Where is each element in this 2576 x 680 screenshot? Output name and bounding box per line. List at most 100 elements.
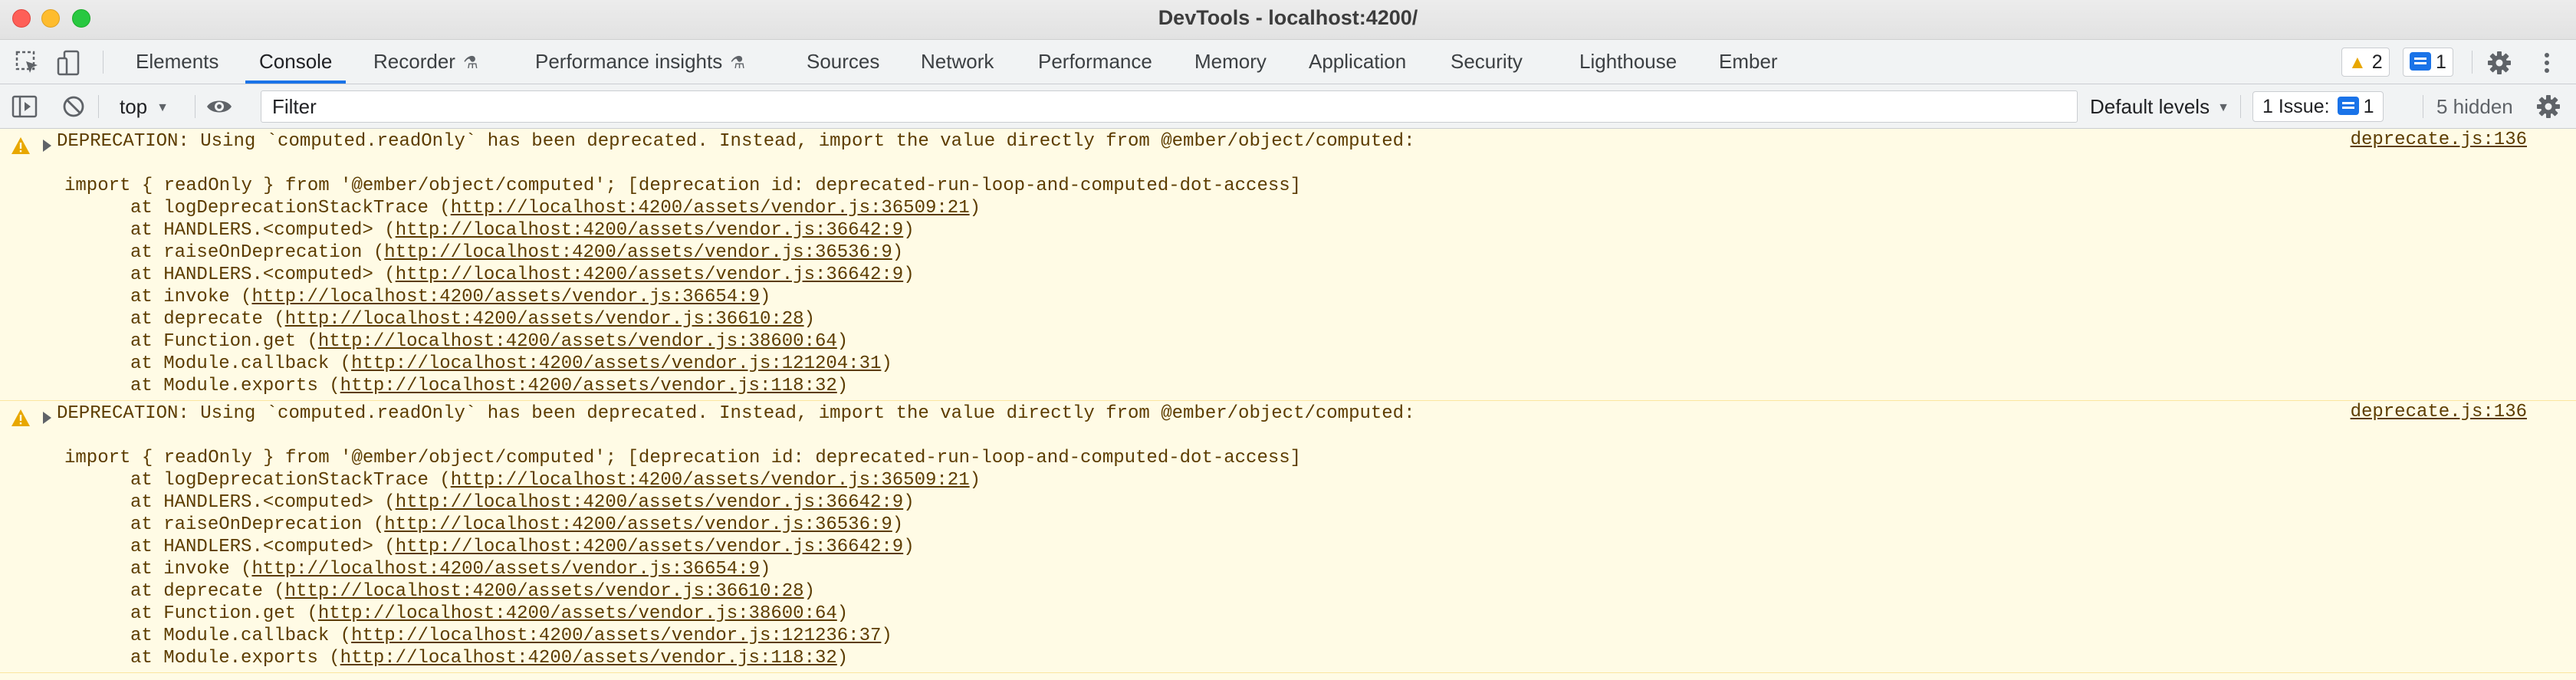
stack-at-keyword: at	[130, 559, 164, 580]
stack-frame-link[interactable]: http://localhost:4200/assets/vendor.js:3…	[384, 242, 892, 263]
window-title: DevTools - localhost:4200/	[1158, 6, 1418, 29]
issues-button[interactable]: 1 Issue: 1	[2252, 91, 2384, 122]
tab-performance[interactable]: Performance	[1038, 40, 1152, 84]
inspect-element-icon[interactable]	[14, 49, 41, 77]
stack-frame-link[interactable]: http://localhost:4200/assets/vendor.js:3…	[396, 492, 904, 513]
stack-close-paren: )	[881, 353, 892, 374]
stack-open-paren: (	[362, 242, 385, 263]
messages-count: 1	[2436, 51, 2446, 73]
stack-frame-link[interactable]: http://localhost:4200/assets/vendor.js:1…	[340, 376, 837, 396]
device-toolbar-icon[interactable]	[55, 49, 83, 77]
stack-open-paren: (	[329, 353, 352, 374]
filter-input[interactable]	[261, 90, 2078, 123]
stack-close-paren: )	[892, 514, 904, 535]
stack-open-paren: (	[317, 648, 340, 669]
tab-sources[interactable]: Sources	[807, 40, 879, 84]
stack-open-paren: (	[362, 514, 385, 535]
stack-frame-link[interactable]: http://localhost:4200/assets/vendor.js:3…	[396, 537, 904, 557]
stack-frame-link[interactable]: http://localhost:4200/assets/vendor.js:1…	[340, 648, 837, 669]
tab-application[interactable]: Application	[1309, 40, 1406, 84]
tab-security[interactable]: Security	[1451, 40, 1523, 84]
stack-at-keyword: at	[130, 220, 164, 241]
stack-open-paren: (	[428, 198, 451, 218]
stack-open-paren: (	[296, 331, 318, 352]
tab-label: Network	[921, 50, 994, 73]
stack-function-name: HANDLERS.<computed>	[163, 264, 373, 285]
toolbar-divider	[98, 95, 99, 118]
stack-function-name: Module.callback	[163, 353, 330, 374]
clear-console-icon[interactable]	[60, 93, 87, 120]
tab-lighthouse[interactable]: Lighthouse	[1579, 40, 1677, 84]
stack-frame: at raiseOnDeprecation (http://localhost:…	[0, 514, 2576, 536]
stack-function-name: logDeprecationStackTrace	[163, 470, 429, 491]
stack-frame: at HANDLERS.<computed> (http://localhost…	[0, 219, 2576, 241]
stack-frame: at logDeprecationStackTrace (http://loca…	[0, 197, 2576, 219]
stack-frame-link[interactable]: http://localhost:4200/assets/vendor.js:3…	[451, 470, 970, 491]
caret-down-icon: ▼	[156, 101, 169, 114]
stack-open-paren: (	[329, 626, 352, 646]
stack-frame-link[interactable]: http://localhost:4200/assets/vendor.js:3…	[251, 559, 760, 580]
warnings-badge[interactable]: ▲ 2	[2341, 48, 2390, 77]
stack-frame-link[interactable]: http://localhost:4200/assets/vendor.js:3…	[384, 514, 892, 535]
stack-frame-link[interactable]: http://localhost:4200/assets/vendor.js:3…	[396, 220, 904, 241]
live-expression-eye-icon[interactable]	[205, 93, 233, 120]
toolbar-divider	[103, 51, 104, 74]
tab-console[interactable]: Console	[245, 40, 347, 84]
stack-close-paren: )	[803, 581, 815, 602]
tab-recorder[interactable]: Recorder ⚗	[373, 40, 478, 84]
stack-frame: at raiseOnDeprecation (http://localhost:…	[0, 241, 2576, 264]
issue-message-icon	[2337, 97, 2359, 115]
stack-frame-link[interactable]: http://localhost:4200/assets/vendor.js:3…	[285, 309, 804, 330]
warnings-count: 2	[2371, 51, 2383, 73]
source-link[interactable]: deprecate.js:136	[2351, 401, 2527, 423]
log-levels-dropdown[interactable]: Default levels ▼	[2090, 92, 2229, 121]
messages-badge[interactable]: 1	[2403, 48, 2453, 77]
tab-performance-insights[interactable]: Performance insights ⚗	[535, 40, 745, 84]
tab-label: Recorder	[373, 50, 455, 73]
tab-label: Application	[1309, 50, 1407, 73]
stack-at-keyword: at	[130, 648, 164, 669]
stack-frame-link[interactable]: http://localhost:4200/assets/vendor.js:1…	[351, 626, 881, 646]
tab-memory[interactable]: Memory	[1194, 40, 1267, 84]
stack-close-paren: )	[903, 220, 915, 241]
stack-frame: at Function.get (http://localhost:4200/a…	[0, 330, 2576, 353]
stack-frame-link[interactable]: http://localhost:4200/assets/vendor.js:3…	[251, 287, 760, 307]
console-settings-gear-icon[interactable]	[2535, 93, 2562, 120]
stack-frame-link[interactable]: http://localhost:4200/assets/vendor.js:3…	[318, 603, 837, 624]
tab-label: Lighthouse	[1579, 50, 1677, 73]
stack-at-keyword: at	[130, 492, 164, 513]
tab-elements[interactable]: Elements	[136, 40, 219, 84]
stack-frame-link[interactable]: http://localhost:4200/assets/vendor.js:1…	[351, 353, 881, 374]
stack-frame-link[interactable]: http://localhost:4200/assets/vendor.js:3…	[318, 331, 837, 352]
expand-triangle-icon[interactable]	[43, 412, 51, 424]
context-selector-label: top	[120, 95, 148, 118]
tab-label: Sources	[807, 50, 880, 73]
stack-frame-link[interactable]: http://localhost:4200/assets/vendor.js:3…	[285, 581, 804, 602]
console-warning-message[interactable]: DEPRECATION: Using `computed.readOnly` h…	[0, 129, 2576, 401]
more-options-icon[interactable]	[2533, 49, 2561, 77]
settings-gear-icon[interactable]	[2486, 49, 2513, 77]
stack-at-keyword: at	[130, 264, 164, 285]
stack-function-name: raiseOnDeprecation	[163, 242, 363, 263]
stack-close-paren: )	[903, 492, 915, 513]
stack-open-paren: (	[262, 581, 285, 602]
expand-triangle-icon[interactable]	[43, 140, 51, 152]
message-detail: import { readOnly } from '@ember/object/…	[64, 176, 1302, 196]
stack-frame-link[interactable]: http://localhost:4200/assets/vendor.js:3…	[396, 264, 904, 285]
stack-close-paren: )	[892, 242, 904, 263]
stack-frame: at deprecate (http://localhost:4200/asse…	[0, 308, 2576, 330]
stack-frame-link[interactable]: http://localhost:4200/assets/vendor.js:3…	[451, 198, 970, 218]
issues-label: 1 Issue:	[2262, 96, 2330, 117]
context-selector[interactable]: top ▼	[120, 92, 169, 121]
show-sidebar-icon[interactable]	[11, 93, 38, 120]
stack-function-name: deprecate	[163, 309, 263, 330]
tab-label: Security	[1451, 50, 1523, 73]
tab-network[interactable]: Network	[921, 40, 994, 84]
stack-frame: at HANDLERS.<computed> (http://localhost…	[0, 536, 2576, 558]
stack-open-paren: (	[373, 264, 396, 285]
stack-close-paren: )	[969, 470, 981, 491]
source-link[interactable]: deprecate.js:136	[2351, 129, 2527, 151]
console-warning-message[interactable]: DEPRECATION: Using `computed.readOnly` h…	[0, 401, 2576, 673]
tab-ember[interactable]: Ember	[1719, 40, 1778, 84]
stack-open-paren: (	[373, 537, 396, 557]
